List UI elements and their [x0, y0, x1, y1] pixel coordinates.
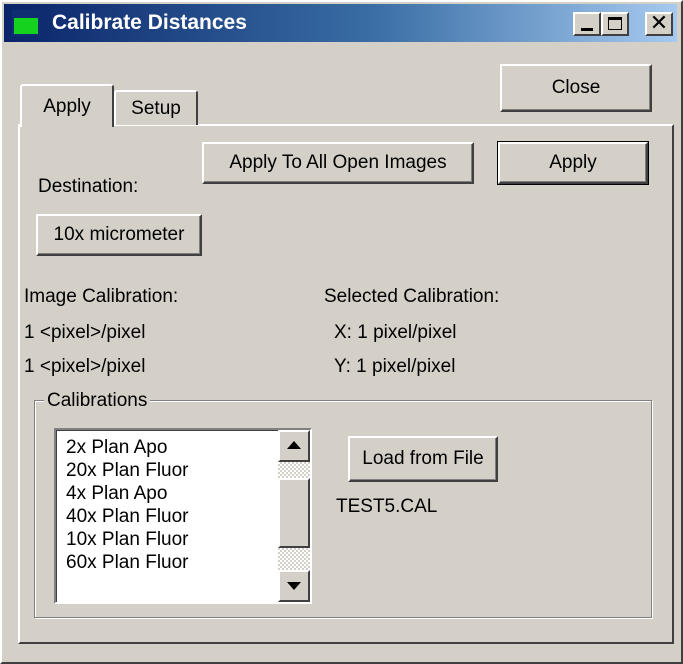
list-item[interactable]: 4x Plan Apo — [66, 482, 189, 505]
close-button[interactable]: Close — [500, 64, 652, 112]
destination-label: Destination: — [38, 176, 139, 197]
image-calibration-label: Image Calibration: — [24, 286, 179, 307]
window-close-button[interactable]: ✕ — [645, 10, 673, 36]
close-icon: ✕ — [649, 10, 669, 35]
window-title: Calibrate Distances — [52, 11, 247, 34]
app-window-icon — [12, 10, 40, 36]
image-calibration-y-value: 1 <pixel>/pixel — [24, 356, 146, 377]
list-item[interactable]: 20x Plan Fluor — [66, 459, 189, 482]
apply-to-all-open-images-button[interactable]: Apply To All Open Images — [202, 142, 474, 184]
tab-setup[interactable]: Setup — [114, 90, 198, 125]
selected-calibration-x-value: X: 1 pixel/pixel — [334, 322, 457, 343]
list-item[interactable]: 10x Plan Fluor — [66, 528, 189, 551]
scroll-down-button[interactable] — [278, 570, 310, 602]
calibrations-listbox[interactable]: 2x Plan Apo 20x Plan Fluor 4x Plan Apo 4… — [54, 428, 312, 604]
list-item[interactable]: 40x Plan Fluor — [66, 505, 189, 528]
arrow-down-icon — [287, 582, 301, 590]
minimize-button[interactable] — [573, 12, 601, 36]
load-from-file-button[interactable]: Load from File — [348, 436, 498, 482]
scroll-thumb[interactable] — [278, 478, 310, 548]
destination-button[interactable]: 10x micrometer — [36, 214, 202, 256]
calibrations-list: 2x Plan Apo 20x Plan Fluor 4x Plan Apo 4… — [66, 436, 189, 574]
calibrations-group-label: Calibrations — [44, 390, 151, 412]
list-item[interactable]: 60x Plan Fluor — [66, 551, 189, 574]
selected-calibration-label: Selected Calibration: — [324, 286, 500, 307]
title-bar[interactable]: Calibrate Distances ✕ — [4, 4, 677, 42]
loaded-file-name: TEST5.CAL — [336, 496, 438, 517]
arrow-up-icon — [287, 441, 301, 449]
tab-apply[interactable]: Apply — [20, 84, 114, 127]
scroll-up-button[interactable] — [278, 430, 310, 462]
selected-calibration-y-value: Y: 1 pixel/pixel — [334, 356, 456, 377]
apply-button[interactable]: Apply — [497, 141, 649, 185]
list-scrollbar[interactable] — [278, 430, 310, 602]
maximize-icon — [608, 17, 622, 30]
minimize-icon — [581, 28, 593, 31]
image-calibration-x-value: 1 <pixel>/pixel — [24, 322, 146, 343]
list-item[interactable]: 2x Plan Apo — [66, 436, 189, 459]
maximize-button[interactable] — [601, 12, 629, 36]
